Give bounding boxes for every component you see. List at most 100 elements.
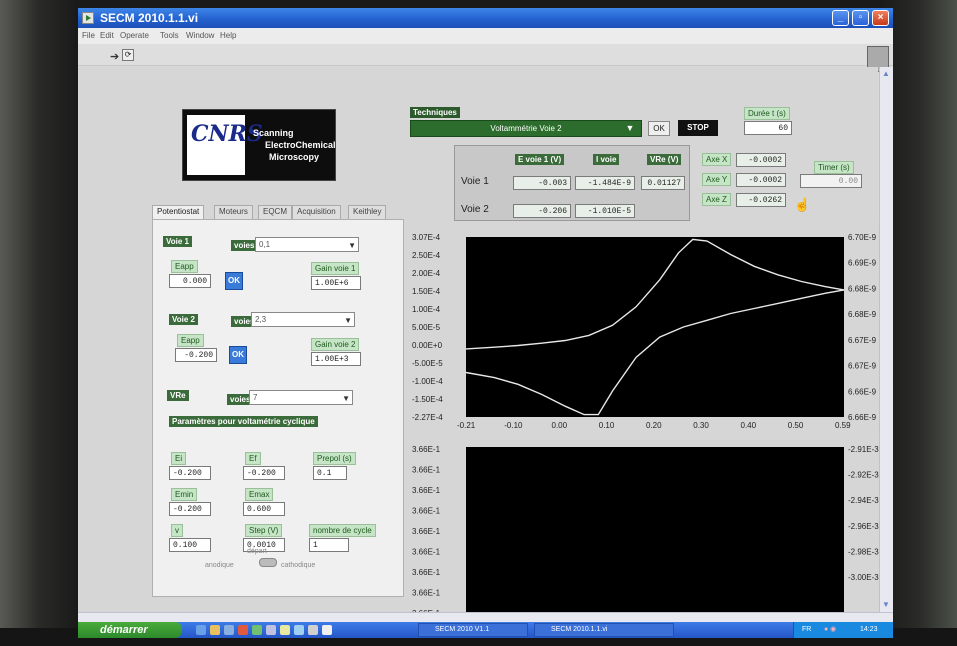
tab-moteurs[interactable]: Moteurs xyxy=(214,205,253,219)
ef-input[interactable]: -0.200 xyxy=(243,466,285,480)
window-titlebar[interactable]: SECM 2010.1.1.vi _ ▫ × xyxy=(78,8,893,28)
ei-input[interactable]: -0.200 xyxy=(169,466,211,480)
y-tick-label-right: 6.66E-9 xyxy=(848,387,877,396)
voie1-voies-select[interactable]: 0,1 ▼ xyxy=(255,237,359,252)
tray-language[interactable]: FR xyxy=(802,622,811,638)
front-panel: CNRS Scanning ElectroChemical Microscopy… xyxy=(78,67,880,618)
y-tick-label-left: 5.00E-5 xyxy=(412,323,441,332)
vre-voies-value: 7 xyxy=(253,393,258,402)
voie1-voies-value: 0,1 xyxy=(259,240,271,249)
scroll-down-icon[interactable]: ▼ xyxy=(880,600,892,610)
run-arrow-icon[interactable]: ➔ xyxy=(110,50,119,63)
cycles-input[interactable]: 1 xyxy=(309,538,349,552)
logo-text-line1: Scanning xyxy=(253,128,294,138)
scroll-up-icon[interactable]: ▲ xyxy=(880,69,892,79)
maximize-button[interactable]: ▫ xyxy=(852,10,869,26)
potentiostat-panel: Voie 1 voies 0,1 ▼ Eapp 0.000 OK Gain vo… xyxy=(152,219,404,597)
prepol-input[interactable]: 0.1 xyxy=(313,466,347,480)
folder-icon[interactable] xyxy=(210,625,220,635)
y-tick-label-left: 3.66E-1 xyxy=(412,568,441,577)
horizontal-scrollbar[interactable] xyxy=(78,612,893,622)
quicklaunch-icon[interactable] xyxy=(252,625,262,635)
tray-icons[interactable]: ● ◉ xyxy=(824,622,836,638)
quicklaunch-icon[interactable] xyxy=(294,625,304,635)
x-tick-label: 0.30 xyxy=(693,421,709,430)
emax-input[interactable]: 0.600 xyxy=(243,502,285,516)
quicklaunch-icon[interactable] xyxy=(238,625,248,635)
ei-label: Ei xyxy=(171,452,187,465)
vertical-scrollbar[interactable]: ▲ ▼ xyxy=(879,67,893,612)
vre-label: VRe xyxy=(167,390,189,401)
y-tick-label-left: -1.50E-4 xyxy=(412,395,443,404)
x-tick-label: 0.50 xyxy=(788,421,804,430)
y-tick-label-right: 6.66E-9 xyxy=(848,413,877,422)
menu-help[interactable]: Help xyxy=(220,31,236,40)
v-label: v xyxy=(171,524,183,537)
voie1-gain-input[interactable]: 1.00E+6 xyxy=(311,276,361,290)
labview-vi-icon xyxy=(82,12,94,24)
y-tick-label-left: -5.00E-5 xyxy=(412,359,443,368)
stop-button[interactable]: STOP xyxy=(678,120,718,136)
axe-x-label: Axe X xyxy=(702,153,732,166)
timer-label: Timer (s) xyxy=(814,161,854,174)
emin-input[interactable]: -0.200 xyxy=(169,502,211,516)
minimize-button[interactable]: _ xyxy=(832,10,849,26)
chevron-down-icon: ▼ xyxy=(348,241,356,250)
screen: SECM 2010.1.1.vi _ ▫ × File Edit Operate… xyxy=(78,8,893,638)
voie1-eapp-input[interactable]: 0.000 xyxy=(169,274,211,288)
emax-label: Emax xyxy=(245,488,274,501)
logo-text-line2: ElectroChemical xyxy=(265,140,336,150)
voie1-ok-button[interactable]: OK xyxy=(225,272,243,290)
quicklaunch-icon[interactable] xyxy=(322,625,332,635)
voie2-voies-select[interactable]: 2,3 ▼ xyxy=(251,312,355,327)
logo-text-line3: Microscopy xyxy=(269,152,320,162)
y-tick-label-right: 6.68E-9 xyxy=(848,310,877,319)
hand-cursor-icon: ☝ xyxy=(794,197,811,212)
duree-input[interactable]: 60 xyxy=(744,121,792,135)
start-button[interactable]: démarrer xyxy=(78,622,182,638)
v-input[interactable]: 0.100 xyxy=(169,538,211,552)
taskbar-item-secm-v11[interactable]: SECM 2010 V1.1 xyxy=(418,623,528,637)
voie2-eapp-input[interactable]: -0.200 xyxy=(175,348,217,362)
axe-x-indicator: -0.0002 xyxy=(736,153,786,167)
tab-keithley[interactable]: Keithley xyxy=(348,205,387,219)
tab-eqcm[interactable]: EQCM xyxy=(258,205,292,219)
y-tick-label-left: 3.66E-1 xyxy=(412,466,441,475)
voie2-gain-input[interactable]: 1.00E+3 xyxy=(311,352,361,366)
voie2-e-indicator: -0.206 xyxy=(513,204,571,218)
axe-z-label: Axe Z xyxy=(702,193,731,206)
menu-window[interactable]: Window xyxy=(186,31,214,40)
techniques-ok-button[interactable]: OK xyxy=(648,121,670,136)
menu-file[interactable]: File xyxy=(82,31,95,40)
run-continuously-icon[interactable]: ⟳ xyxy=(122,49,134,61)
quicklaunch-icon[interactable] xyxy=(224,625,234,635)
close-button[interactable]: × xyxy=(872,10,889,26)
y-tick-label-right: 6.70E-9 xyxy=(848,233,877,242)
voie2-eapp-label: Eapp xyxy=(177,334,204,347)
menu-operate[interactable]: Operate xyxy=(120,31,149,40)
voie2-i-indicator: -1.010E-5 xyxy=(575,204,635,218)
quicklaunch-icon[interactable] xyxy=(280,625,290,635)
voie2-ok-button[interactable]: OK xyxy=(229,346,247,364)
x-tick-label: 0.20 xyxy=(646,421,662,430)
tab-acquisition[interactable]: Acquisition xyxy=(292,205,341,219)
quicklaunch-icon[interactable] xyxy=(308,625,318,635)
quicklaunch-icon[interactable] xyxy=(196,625,206,635)
y-tick-label-left: 3.66E-1 xyxy=(412,445,441,454)
quicklaunch-icon[interactable] xyxy=(266,625,276,635)
tab-potentiostat[interactable]: Potentiostat xyxy=(152,205,205,219)
vre-voies-select[interactable]: 7 ▼ xyxy=(249,390,353,405)
y-tick-label-left: 3.66E-1 xyxy=(412,589,441,598)
y-tick-label-right: 6.68E-9 xyxy=(848,284,877,293)
chevron-down-icon[interactable]: ▼ xyxy=(623,122,637,134)
techniques-select[interactable]: Voltammétrie Voie 2 xyxy=(410,120,642,137)
voltammogram-svg: 3.07E-4 2.50E-4 2.00E-4 1.50E-4 1.00E-4 5.00E… xyxy=(412,233,877,430)
x-tick-label: 0.00 xyxy=(552,421,568,430)
axe-z-indicator: -0.0262 xyxy=(736,193,786,207)
menu-edit[interactable]: Edit xyxy=(100,31,114,40)
tab-strip: Potentiostat Moteurs EQCM Acquisition Ke… xyxy=(152,205,396,219)
menu-tools[interactable]: Tools xyxy=(160,31,179,40)
taskbar-item-secm-vi[interactable]: SECM 2010.1.1.vi xyxy=(534,623,674,637)
depart-toggle[interactable] xyxy=(259,558,277,567)
x-tick-label: 0.40 xyxy=(741,421,757,430)
